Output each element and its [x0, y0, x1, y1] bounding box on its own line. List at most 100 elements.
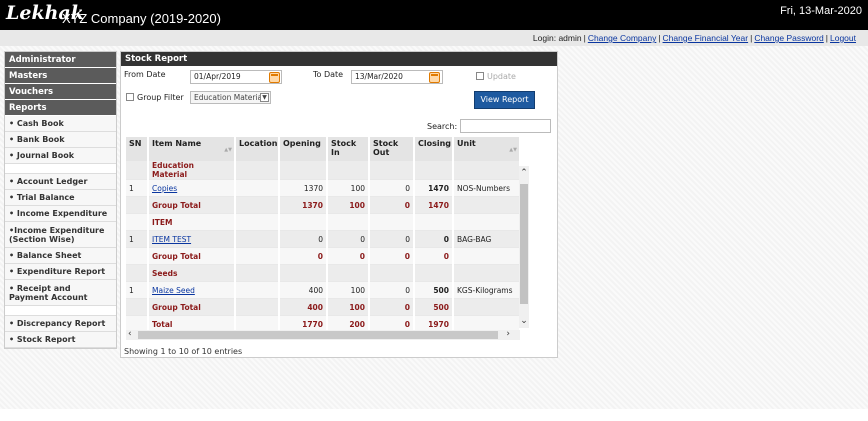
- table-cell: Maize Seed: [148, 281, 236, 299]
- table-cell: 0: [327, 247, 370, 265]
- table-cell: 100: [327, 281, 370, 299]
- sidebar-item-journal-book[interactable]: • Journal Book: [5, 148, 116, 164]
- column-header-closing[interactable]: Closing: [414, 137, 454, 161]
- table-cell: [453, 213, 521, 231]
- table-cell: 0: [369, 298, 415, 316]
- table-cell: 1370: [279, 179, 328, 197]
- table-cell: [235, 196, 280, 214]
- chevron-down-icon[interactable]: ⌄: [519, 316, 529, 326]
- table-cell: [369, 264, 415, 282]
- scroll-thumb[interactable]: [138, 331, 498, 339]
- table-row: 1 Maize Seed 400 100 0 500 KGS-Kilograms: [126, 281, 521, 299]
- change-password-link[interactable]: Change Password: [754, 33, 823, 43]
- table-cell: 500: [414, 298, 454, 316]
- table-cell: 1370: [279, 196, 328, 214]
- table-cell: ITEM TEST: [148, 230, 236, 248]
- table-cell: [453, 161, 521, 180]
- table-info: Showing 1 to 10 of 10 entries: [124, 347, 243, 356]
- column-header-opening[interactable]: Opening: [279, 137, 328, 161]
- sidebar-item-income-expenditure-section-wise[interactable]: •Income Expenditure (Section Wise): [5, 222, 116, 248]
- calendar-icon[interactable]: [429, 72, 440, 83]
- table-cell: [453, 196, 521, 214]
- sidebar-item-discrepancy-report[interactable]: • Discrepancy Report: [5, 316, 116, 332]
- sidebar-item-stock-report[interactable]: • Stock Report: [5, 332, 116, 348]
- sidebar-item-account-ledger[interactable]: • Account Ledger: [5, 174, 116, 190]
- login-info: Login: admin: [532, 33, 582, 43]
- table-cell: [369, 213, 415, 231]
- table-row: 1 ITEM TEST 0 0 0 0 BAG-BAG: [126, 230, 521, 248]
- table-row: Group Total 400 100 0 500: [126, 298, 521, 316]
- to-date-label: To Date: [313, 70, 344, 79]
- table-cell: 1: [126, 179, 149, 197]
- table-cell: [453, 298, 521, 316]
- sidebar-item-income-expenditure[interactable]: • Income Expenditure: [5, 206, 116, 222]
- sidebar-section-masters[interactable]: Masters: [5, 68, 116, 84]
- stock-table: SN Item Name ▲▼ Location Opening Stock In…: [126, 137, 521, 333]
- column-header-sn[interactable]: SN: [126, 137, 149, 161]
- column-header-stock-in[interactable]: Stock In: [327, 137, 370, 161]
- table-cell: [235, 298, 280, 316]
- table-cell: Education Material: [148, 161, 236, 180]
- item-link[interactable]: Copies: [152, 184, 177, 193]
- table-cell: NOS-Numbers: [453, 179, 521, 197]
- sidebar-item-expenditure-report[interactable]: • Expenditure Report: [5, 264, 116, 280]
- table-cell: [126, 247, 149, 265]
- sidebar-item-bank-book[interactable]: • Bank Book: [5, 132, 116, 148]
- group-filter-select[interactable]: Education Material ▼: [190, 91, 271, 104]
- chevron-up-icon[interactable]: ⌃: [519, 168, 529, 178]
- search-input[interactable]: [460, 119, 551, 133]
- sidebar-section-vouchers[interactable]: Vouchers: [5, 84, 116, 100]
- table-cell: 1470: [414, 179, 454, 197]
- horizontal-scrollbar[interactable]: ‹ ›: [126, 329, 520, 340]
- table-row: Group Total 1370 100 0 1470: [126, 196, 521, 214]
- logout-link[interactable]: Logout: [830, 33, 856, 43]
- table-cell: 1470: [414, 196, 454, 214]
- view-report-button[interactable]: View Report: [474, 91, 535, 109]
- table-cell: 0: [327, 230, 370, 248]
- from-date-label: From Date: [124, 70, 166, 79]
- sidebar-item-balance-sheet[interactable]: • Balance Sheet: [5, 248, 116, 264]
- table-cell: [235, 161, 280, 180]
- table-header-row: SN Item Name ▲▼ Location Opening Stock In…: [126, 137, 521, 161]
- table-cell: [235, 264, 280, 282]
- sidebar-section-administrator[interactable]: Administrator: [5, 52, 116, 68]
- table-cell: 0: [414, 247, 454, 265]
- sidebar-item-trial-balance[interactable]: • Trial Balance: [5, 190, 116, 206]
- table-cell: [414, 264, 454, 282]
- item-link[interactable]: Maize Seed: [152, 286, 195, 295]
- table-cell: 400: [279, 281, 328, 299]
- table-cell: [327, 161, 370, 180]
- group-filter-checkbox[interactable]: [126, 93, 134, 101]
- chevron-down-icon: ▼: [260, 93, 269, 102]
- calendar-icon[interactable]: [269, 72, 280, 83]
- table-cell: [279, 213, 328, 231]
- panel-title: Stock Report: [121, 52, 557, 66]
- column-header-location[interactable]: Location: [235, 137, 280, 161]
- table-cell: 500: [414, 281, 454, 299]
- vertical-scrollbar[interactable]: ⌃ ⌄: [519, 166, 529, 328]
- item-link[interactable]: ITEM TEST: [152, 235, 191, 244]
- change-company-link[interactable]: Change Company: [588, 33, 657, 43]
- column-header-item-name[interactable]: Item Name ▲▼: [148, 137, 236, 161]
- group-filter-value: Education Material: [194, 93, 265, 102]
- chevron-right-icon[interactable]: ›: [506, 329, 510, 339]
- login-bar: Login: admin | Change Company | Change Finan…: [0, 30, 868, 46]
- chevron-left-icon[interactable]: ‹: [128, 329, 132, 339]
- table-cell: [235, 230, 280, 248]
- column-header-stock-out[interactable]: Stock Out: [369, 137, 415, 161]
- table-cell: 0: [369, 281, 415, 299]
- table-cell: 0: [369, 196, 415, 214]
- sidebar-section-reports[interactable]: Reports: [5, 100, 116, 116]
- change-financial-year-link[interactable]: Change Financial Year: [663, 33, 749, 43]
- sidebar-item-cash-book[interactable]: • Cash Book: [5, 116, 116, 132]
- table-cell: [453, 247, 521, 265]
- table-cell: Copies: [148, 179, 236, 197]
- sidebar-item-receipt-payment[interactable]: • Receipt and Payment Account: [5, 280, 116, 306]
- scroll-thumb[interactable]: [520, 184, 528, 304]
- table-cell: ITEM: [148, 213, 236, 231]
- top-bar: Lekhak XYZ Company (2019-2020) Fri, 13-M…: [0, 0, 868, 30]
- column-header-unit[interactable]: Unit ▲▼: [453, 137, 521, 161]
- table-cell: [235, 179, 280, 197]
- update-checkbox[interactable]: [476, 72, 484, 80]
- table-cell: Group Total: [148, 196, 236, 214]
